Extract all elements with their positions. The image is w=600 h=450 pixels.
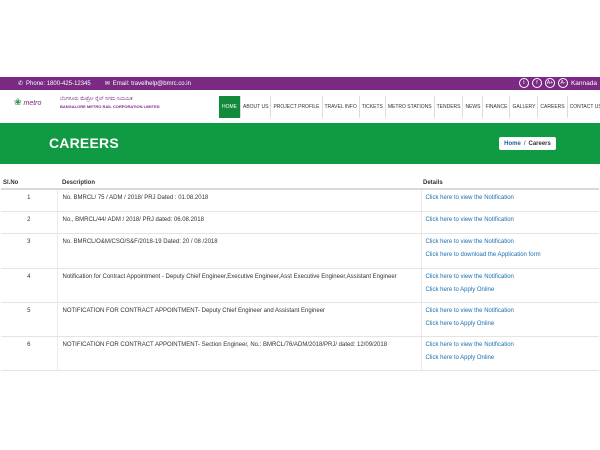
- header-details: Details: [421, 177, 599, 190]
- breadcrumb-home-link[interactable]: Home: [504, 141, 521, 147]
- row-details: Click here to view the Notification Click…: [421, 268, 599, 303]
- apply-online-link[interactable]: Click here to Apply Online: [426, 286, 598, 294]
- breadcrumb-current: Careers: [528, 140, 551, 147]
- nav-item-contact-us[interactable]: CONTACT US: [568, 96, 600, 118]
- logo-swirl-icon: ❀: [14, 96, 22, 107]
- site-logo[interactable]: ❀ metro ಬೆಂಗಳೂರು ಮೆಟ್ರೋ ರೈಲ್ ನಿಗಮ ನಿಯಮಿತ…: [14, 96, 160, 109]
- table-row: 2 No., BMRCL/44/ ADM / 2018/ PRJ dated: 0…: [1, 211, 599, 234]
- font-decrease-button[interactable]: A-: [557, 78, 568, 88]
- view-notification-link[interactable]: Click here to view the Notification: [426, 238, 598, 246]
- breadcrumb-separator: /: [523, 140, 526, 147]
- view-notification-link[interactable]: Click here to view the Notification: [426, 216, 598, 224]
- download-form-link[interactable]: Click here to download the Application f…: [426, 251, 598, 259]
- table-row: 1 No. BMRCL/ 75 / ADM / 2018/ PRJ Dated :…: [1, 189, 599, 212]
- page-banner: CAREERS Home / Careers: [0, 123, 600, 164]
- nav-item-finance[interactable]: FINANCE: [483, 96, 511, 118]
- row-number: 4: [1, 268, 58, 303]
- phone-icon: ✆: [18, 81, 24, 87]
- row-description: Notification for Contract Appointment - …: [57, 268, 422, 303]
- view-notification-link[interactable]: Click here to view the Notification: [426, 341, 598, 349]
- view-notification-link[interactable]: Click here to view the Notification: [426, 273, 598, 281]
- row-description: NOTIFICATION FOR CONTRACT APPOINTMENT- S…: [57, 336, 422, 371]
- table-row: 5 NOTIFICATION FOR CONTRACT APPOINTMENT- …: [1, 302, 599, 337]
- nav-item-project-profile[interactable]: PROJECT PROFILE: [271, 96, 323, 118]
- twitter-icon[interactable]: t: [518, 78, 529, 88]
- logo-text: ಬೆಂಗಳೂರು ಮೆಟ್ರೋ ರೈಲ್ ನಿಗಮ ನಿಯಮಿತ BANGALO…: [60, 96, 160, 109]
- mail-icon: ✉: [104, 81, 110, 87]
- nav-item-metro-stations[interactable]: METRO STATIONS: [386, 96, 435, 118]
- row-description: NOTIFICATION FOR CONTRACT APPOINTMENT- D…: [57, 302, 422, 337]
- topbar-tools: t f A+ A- Kannada: [516, 78, 597, 88]
- site-header: ❀ metro ಬೆಂಗಳೂರು ಮೆಟ್ರೋ ರೈಲ್ ನಿಗಮ ನಿಯಮಿತ…: [0, 90, 600, 123]
- logo-mark-text: metro: [23, 99, 42, 107]
- facebook-icon[interactable]: f: [531, 78, 542, 88]
- phone-contact: ✆ Phone: 1800-425-12345: [18, 80, 91, 88]
- logo-english-text: BANGALORE METRO RAIL CORPORATION LIMITED: [60, 104, 160, 109]
- nav-item-tickets[interactable]: TICKETS: [360, 96, 386, 118]
- metro-logo-mark: ❀ metro: [14, 96, 58, 108]
- nav-item-news[interactable]: NEWS: [463, 96, 484, 118]
- apply-online-link[interactable]: Click here to Apply Online: [426, 320, 598, 328]
- row-number: 1: [1, 189, 58, 212]
- apply-online-link[interactable]: Click here to Apply Online: [426, 354, 598, 362]
- header-description: Description: [57, 177, 421, 190]
- careers-table: Sl.No Description Details 1 No. BMRCL/ 75…: [1, 177, 599, 371]
- row-description: No. BMRCL/O&M/CSO/S&F/2018-19 Dated: 20 …: [57, 233, 422, 269]
- table-row: 3 No. BMRCL/O&M/CSO/S&F/2018-19 Dated: 20…: [1, 233, 599, 269]
- logo-kannada-text: ಬೆಂಗಳೂರು ಮೆಟ್ರೋ ರೈಲ್ ನಿಗಮ ನಿಯಮಿತ: [60, 96, 133, 102]
- email-address[interactable]: Email: travelhelp@bmrc.co.in: [113, 81, 191, 87]
- table-row: 6 NOTIFICATION FOR CONTRACT APPOINTMENT- …: [1, 336, 599, 371]
- row-description: No. BMRCL/ 75 / ADM / 2018/ PRJ Dated : …: [57, 189, 422, 212]
- language-toggle[interactable]: Kannada: [571, 80, 597, 87]
- row-details: Click here to view the Notification Click…: [421, 336, 599, 371]
- nav-item-careers[interactable]: CAREERS: [538, 96, 568, 118]
- row-number: 5: [1, 302, 58, 337]
- view-notification-link[interactable]: Click here to view the Notification: [426, 194, 598, 202]
- top-info-bar: ✆ Phone: 1800-425-12345 ✉ Email: travelh…: [0, 77, 600, 90]
- email-contact[interactable]: ✉ Email: travelhelp@bmrc.co.in: [104, 80, 191, 88]
- row-details: Click here to view the Notification: [421, 211, 599, 234]
- row-details: Click here to view the Notification Click…: [421, 233, 599, 269]
- view-notification-link[interactable]: Click here to view the Notification: [426, 307, 598, 315]
- main-nav: HOME ABOUT US PROJECT PROFILE TRAVEL INFO TI…: [219, 96, 600, 118]
- nav-item-gallery[interactable]: GALLERY: [510, 96, 539, 118]
- row-details: Click here to view the Notification: [421, 189, 599, 212]
- row-details: Click here to view the Notification Click…: [421, 302, 599, 337]
- table-header-row: Sl.No Description Details: [1, 177, 599, 190]
- row-number: 3: [1, 233, 58, 269]
- nav-item-travel-info[interactable]: TRAVEL INFO: [323, 96, 360, 118]
- phone-number: Phone: 1800-425-12345: [26, 80, 91, 87]
- nav-item-home[interactable]: HOME: [219, 96, 241, 118]
- nav-item-tenders[interactable]: TENDERS: [435, 96, 464, 118]
- table-row: 4 Notification for Contract Appointment -…: [1, 268, 599, 303]
- row-number: 6: [1, 336, 58, 371]
- page-title: CAREERS: [49, 135, 119, 151]
- row-number: 2: [1, 211, 58, 234]
- breadcrumb: Home / Careers: [499, 137, 556, 150]
- header-sl-no: Sl.No: [1, 177, 57, 190]
- row-description: No., BMRCL/44/ ADM / 2018/ PRJ dated: 06…: [57, 211, 422, 234]
- nav-item-about-us[interactable]: ABOUT US: [241, 96, 272, 118]
- font-increase-button[interactable]: A+: [544, 78, 555, 88]
